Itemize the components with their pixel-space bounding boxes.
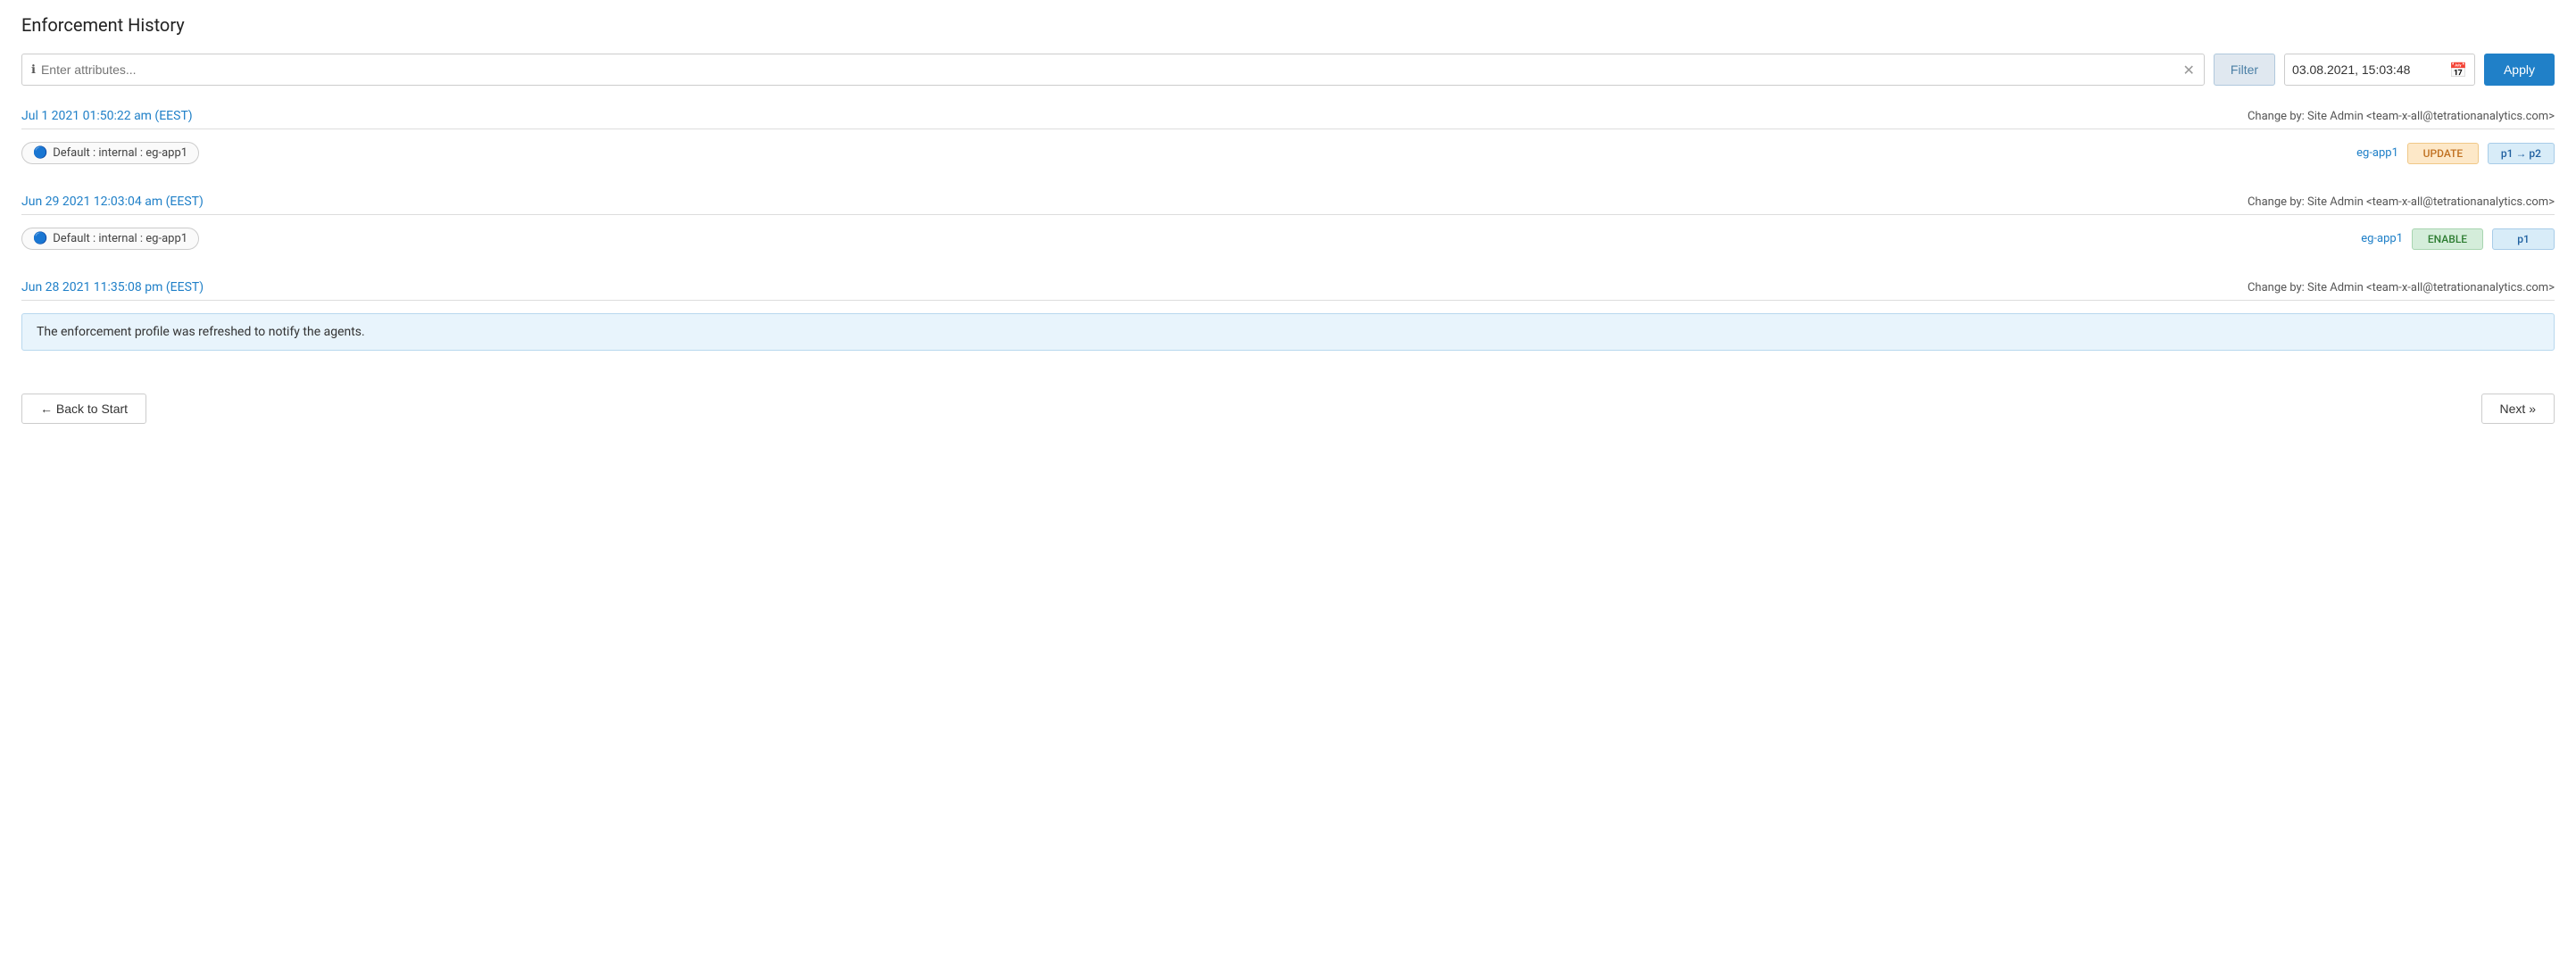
- filter-input[interactable]: [41, 62, 2183, 77]
- date-input-wrap: 📅: [2284, 54, 2475, 86]
- app-link[interactable]: eg-app1: [2356, 146, 2398, 160]
- entry-right: eg-app1 ENABLE p1: [2361, 228, 2555, 250]
- action-tag: UPDATE: [2407, 143, 2479, 164]
- entry-row: 🔵Default : internal : eg-app1 eg-app1 UPDA…: [21, 138, 2555, 168]
- page-wrapper: Enforcement History ℹ ✕ Filter 📅 Apply J…: [0, 0, 2576, 978]
- history-entry: Jul 1 2021 01:50:22 am (EEST) Change by: …: [21, 100, 2555, 182]
- app-link[interactable]: eg-app1: [2361, 232, 2403, 245]
- next-button[interactable]: Next »: [2481, 394, 2555, 424]
- clear-icon[interactable]: ✕: [2183, 62, 2195, 79]
- entry-right: eg-app1 UPDATE p1 → p2: [2356, 143, 2555, 164]
- back-to-start-button[interactable]: ← Back to Start: [21, 394, 146, 424]
- top-controls: ℹ ✕ Filter 📅 Apply: [21, 54, 2555, 86]
- entry-header: Jun 28 2021 11:35:08 pm (EEST) Change by:…: [21, 271, 2555, 301]
- info-box: The enforcement profile was refreshed to…: [21, 313, 2555, 351]
- entry-change-by: Change by: Site Admin <team-x-all@tetrat…: [2248, 110, 2555, 123]
- apply-button[interactable]: Apply: [2484, 54, 2555, 86]
- pagination: ← Back to Start Next »: [21, 386, 2555, 424]
- scope-icon: 🔵: [33, 232, 47, 245]
- entry-row: 🔵Default : internal : eg-app1 eg-app1 ENAB…: [21, 224, 2555, 253]
- history-entry: Jun 28 2021 11:35:08 pm (EEST) Change by:…: [21, 271, 2555, 365]
- info-icon: ℹ: [31, 63, 36, 77]
- entry-body: 🔵Default : internal : eg-app1 eg-app1 ENAB…: [21, 215, 2555, 268]
- version-tag: p1: [2492, 228, 2555, 250]
- calendar-icon[interactable]: 📅: [2449, 62, 2467, 79]
- date-input[interactable]: [2292, 62, 2444, 77]
- entry-change-by: Change by: Site Admin <team-x-all@tetrat…: [2248, 195, 2555, 209]
- filter-input-wrap: ℹ ✕: [21, 54, 2205, 86]
- scope-badge: 🔵Default : internal : eg-app1: [21, 228, 199, 250]
- page-title: Enforcement History: [21, 14, 2555, 36]
- entry-header: Jul 1 2021 01:50:22 am (EEST) Change by: …: [21, 100, 2555, 129]
- version-tag: p1 → p2: [2488, 143, 2555, 164]
- history-section: Jul 1 2021 01:50:22 am (EEST) Change by: …: [21, 100, 2555, 365]
- entry-date: Jun 29 2021 12:03:04 am (EEST): [21, 195, 204, 209]
- entry-header: Jun 29 2021 12:03:04 am (EEST) Change by:…: [21, 186, 2555, 215]
- entry-body: The enforcement profile was refreshed to…: [21, 301, 2555, 365]
- entry-date: Jun 28 2021 11:35:08 pm (EEST): [21, 280, 204, 294]
- action-tag: ENABLE: [2412, 228, 2483, 250]
- entry-change-by: Change by: Site Admin <team-x-all@tetrat…: [2248, 281, 2555, 294]
- entry-body: 🔵Default : internal : eg-app1 eg-app1 UPDA…: [21, 129, 2555, 182]
- history-entry: Jun 29 2021 12:03:04 am (EEST) Change by:…: [21, 186, 2555, 268]
- entry-date: Jul 1 2021 01:50:22 am (EEST): [21, 109, 193, 123]
- scope-badge: 🔵Default : internal : eg-app1: [21, 142, 199, 164]
- filter-button[interactable]: Filter: [2214, 54, 2275, 86]
- scope-icon: 🔵: [33, 146, 47, 160]
